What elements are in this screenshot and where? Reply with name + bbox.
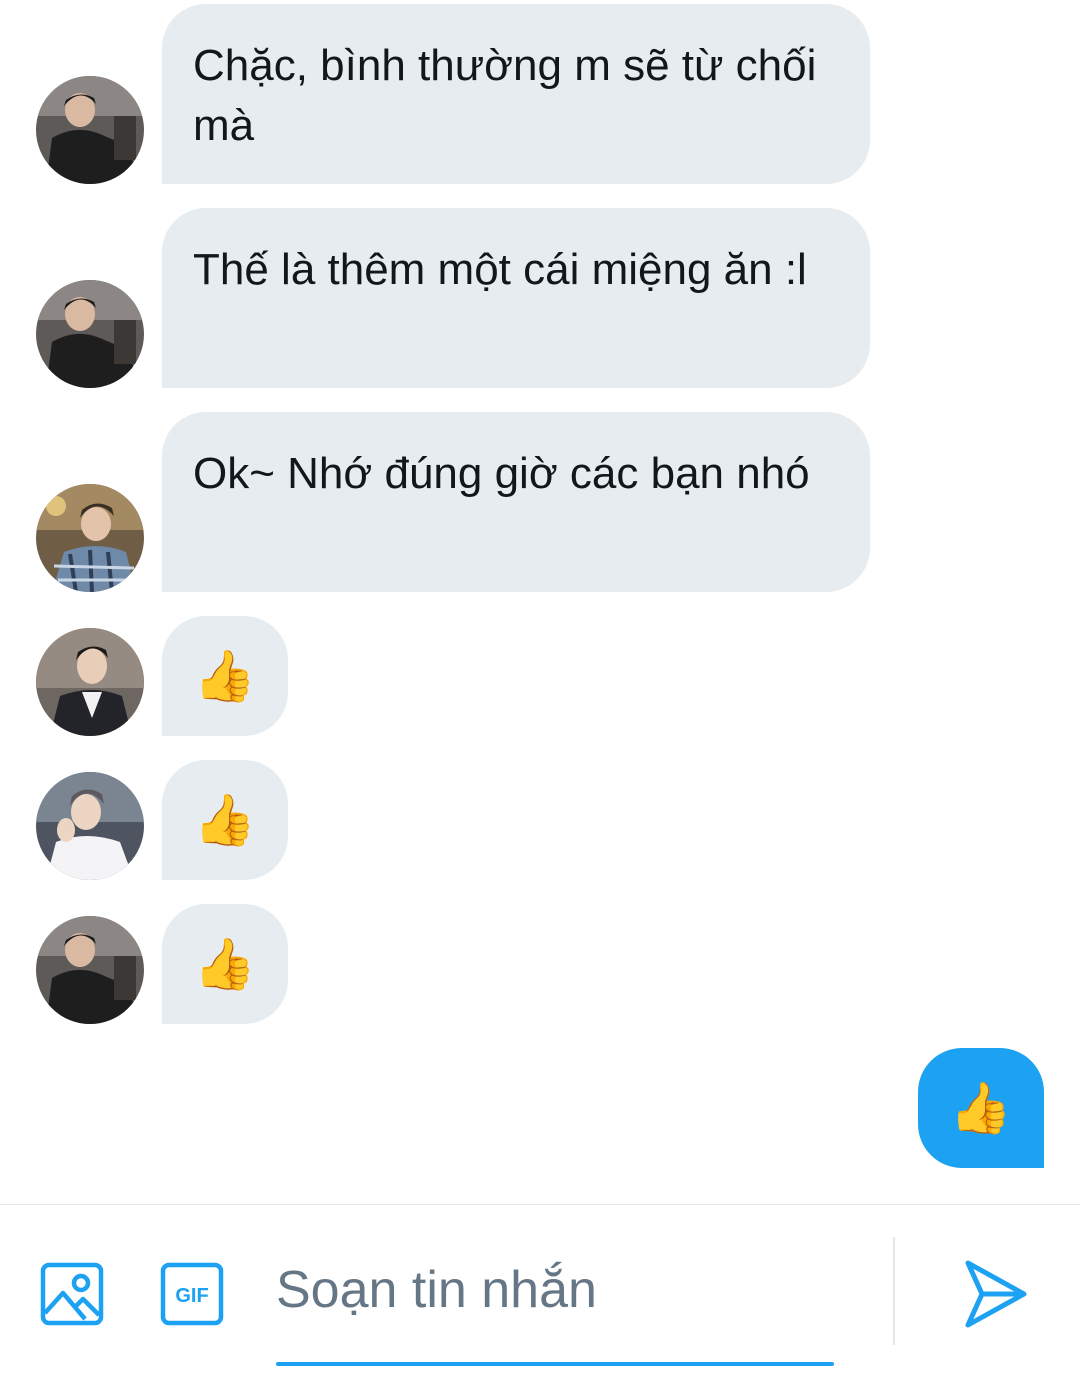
my-message-bubble: 👍 [918, 1048, 1044, 1168]
message-input[interactable] [276, 1255, 834, 1325]
input-underline [276, 1362, 834, 1366]
gif-button[interactable]: GIF [159, 1261, 225, 1327]
message-bubble: Ok~ Nhớ đúng giờ các bạn nhó [162, 412, 870, 592]
avatar[interactable] [36, 772, 144, 880]
gif-label: GIF [175, 1285, 208, 1307]
thumbs-up-emoji: 👍 [193, 647, 257, 705]
image-button[interactable] [39, 1261, 105, 1327]
message-text: Chặc, bình thường m sẽ từ chối mà [193, 41, 817, 150]
image-icon [40, 1262, 104, 1326]
avatar[interactable] [36, 628, 144, 736]
send-icon [965, 1260, 1027, 1328]
thumbs-up-emoji: 👍 [193, 935, 257, 993]
avatar[interactable] [36, 76, 144, 184]
avatar[interactable] [36, 280, 144, 388]
thumbs-up-emoji: 👍 [193, 791, 257, 849]
message-composer: GIF [0, 1204, 1080, 1374]
message-bubble: 👍 [162, 904, 288, 1024]
message-bubble: 👍 [162, 760, 288, 880]
message-bubble: Thế là thêm một cái miệng ăn :l [162, 208, 870, 388]
divider [893, 1237, 895, 1345]
message-thread: Chặc, bình thường m sẽ từ chối mà Thế là… [0, 0, 1080, 1204]
message-text: Ok~ Nhớ đúng giờ các bạn nhó [193, 449, 810, 498]
message-bubble: 👍 [162, 616, 288, 736]
message-input-wrapper [276, 1255, 834, 1366]
message-text: Thế là thêm một cái miệng ăn :l [193, 245, 807, 294]
thumbs-up-emoji: 👍 [949, 1079, 1013, 1137]
avatar[interactable] [36, 484, 144, 592]
message-bubble: Chặc, bình thường m sẽ từ chối mà [162, 4, 870, 184]
gif-icon: GIF [160, 1262, 224, 1326]
avatar[interactable] [36, 916, 144, 1024]
send-button[interactable] [962, 1257, 1030, 1331]
